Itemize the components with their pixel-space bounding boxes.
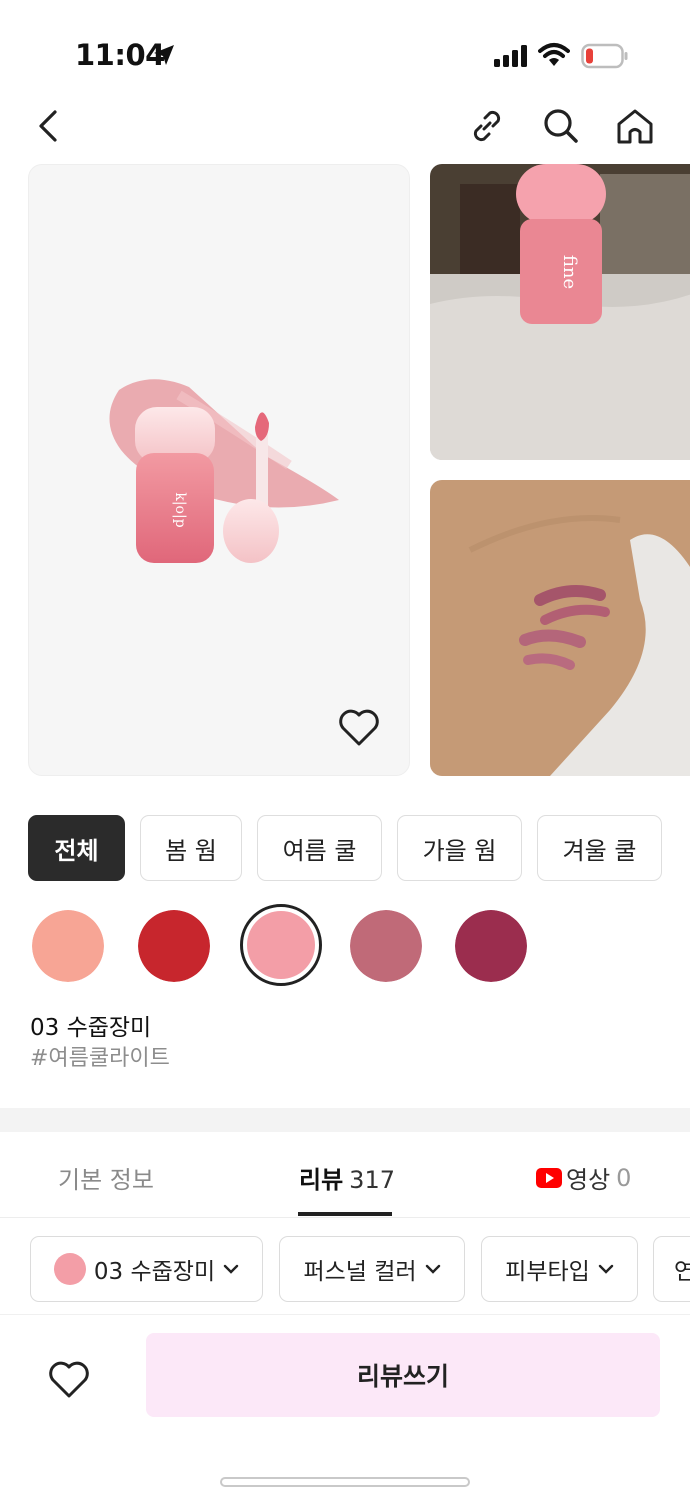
search-icon[interactable] [536,100,586,152]
chip-winter-cool[interactable]: 겨울 쿨 [537,815,662,881]
chip-summer-cool[interactable]: 여름 쿨 [257,815,382,881]
shade-swatches [28,904,668,986]
wifi-icon [538,43,570,66]
selected-shade-name: 03 수줍장미 [30,1015,152,1041]
filter-personal-color[interactable]: 퍼스널 컬러 [279,1236,465,1302]
chevron-down-icon [425,1264,440,1274]
shade-swatch[interactable] [32,910,104,982]
review-filter-bar: 03 수줍장미 퍼스널 컬러 피부타입 연 [30,1236,690,1302]
selected-shade-tag[interactable]: #여름쿨라이트 [30,1040,170,1072]
chip-spring-warm[interactable]: 봄 웜 [140,815,242,881]
svg-text:k|o|p: k|o|p [172,492,188,527]
season-filter-chips: 전체 봄 웜 여름 쿨 가을 웜 겨울 쿨 [28,815,662,881]
tab-reviews[interactable]: 리뷰 317 [299,1160,395,1195]
filter-personal-color-label: 퍼스널 컬러 [303,1259,417,1285]
tab-basic-info[interactable]: 기본 정보 [58,1160,154,1195]
chevron-down-icon [223,1264,239,1274]
filter-skin-type-label: 피부타입 [505,1259,590,1285]
filter-age[interactable]: 연 [653,1236,690,1302]
video-count: 0 [616,1163,632,1192]
shade-swatch[interactable] [138,910,210,982]
chip-all[interactable]: 전체 [28,815,125,881]
section-divider [0,1108,690,1132]
bottle-photo-illustration: fine [430,164,690,460]
filter-shade-label: 03 수줍장미 [93,1259,216,1285]
wishlist-heart-icon[interactable] [335,705,383,751]
review-photo-bottle-on-carpet[interactable]: fine [430,164,690,460]
tab-video-label: 영상 [566,1166,611,1194]
bottom-action-bar: 리뷰쓰기 [0,1314,690,1500]
tab-basic-info-label: 기본 정보 [58,1166,154,1194]
shade-swatch[interactable] [455,910,527,982]
top-navigation [0,100,690,156]
status-bar: 11:04 [0,0,690,100]
chip-autumn-warm[interactable]: 가을 웜 [397,815,522,881]
back-icon[interactable] [24,100,74,152]
battery-icon [581,43,628,69]
youtube-icon [536,1167,562,1188]
active-tab-indicator [298,1212,392,1216]
detail-tabs: 기본 정보 리뷰 317 영상 0 [0,1132,690,1218]
shade-color-dot [53,1253,86,1285]
filter-shade[interactable]: 03 수줍장미 [30,1236,263,1302]
home-indicator [220,1477,470,1487]
product-gallery: k|o|p fine [28,164,690,776]
chevron-down-icon [598,1264,614,1274]
filter-skin-type[interactable]: 피부타입 [481,1236,638,1302]
svg-text:fine: fine [559,255,580,289]
lip-tint-product-illustration: k|o|p [109,379,339,563]
link-icon[interactable] [462,100,512,152]
location-arrow-icon [154,45,174,65]
hand-swatch-illustration [430,480,690,776]
bottom-wishlist-heart-icon[interactable] [44,1355,94,1405]
review-count: 317 [349,1166,395,1194]
write-review-button[interactable]: 리뷰쓰기 [146,1333,660,1417]
home-icon[interactable] [610,100,660,152]
shade-swatch-selected[interactable] [240,904,322,986]
shade-swatch[interactable] [350,910,422,982]
filter-age-label: 연 [674,1259,690,1285]
review-photo-hand-swatch[interactable] [430,480,690,776]
tab-video[interactable]: 영상 0 [536,1160,631,1195]
tab-reviews-label: 리뷰 [299,1166,344,1194]
cellular-signal-icon [494,45,527,67]
product-main-image[interactable]: k|o|p [28,164,410,776]
